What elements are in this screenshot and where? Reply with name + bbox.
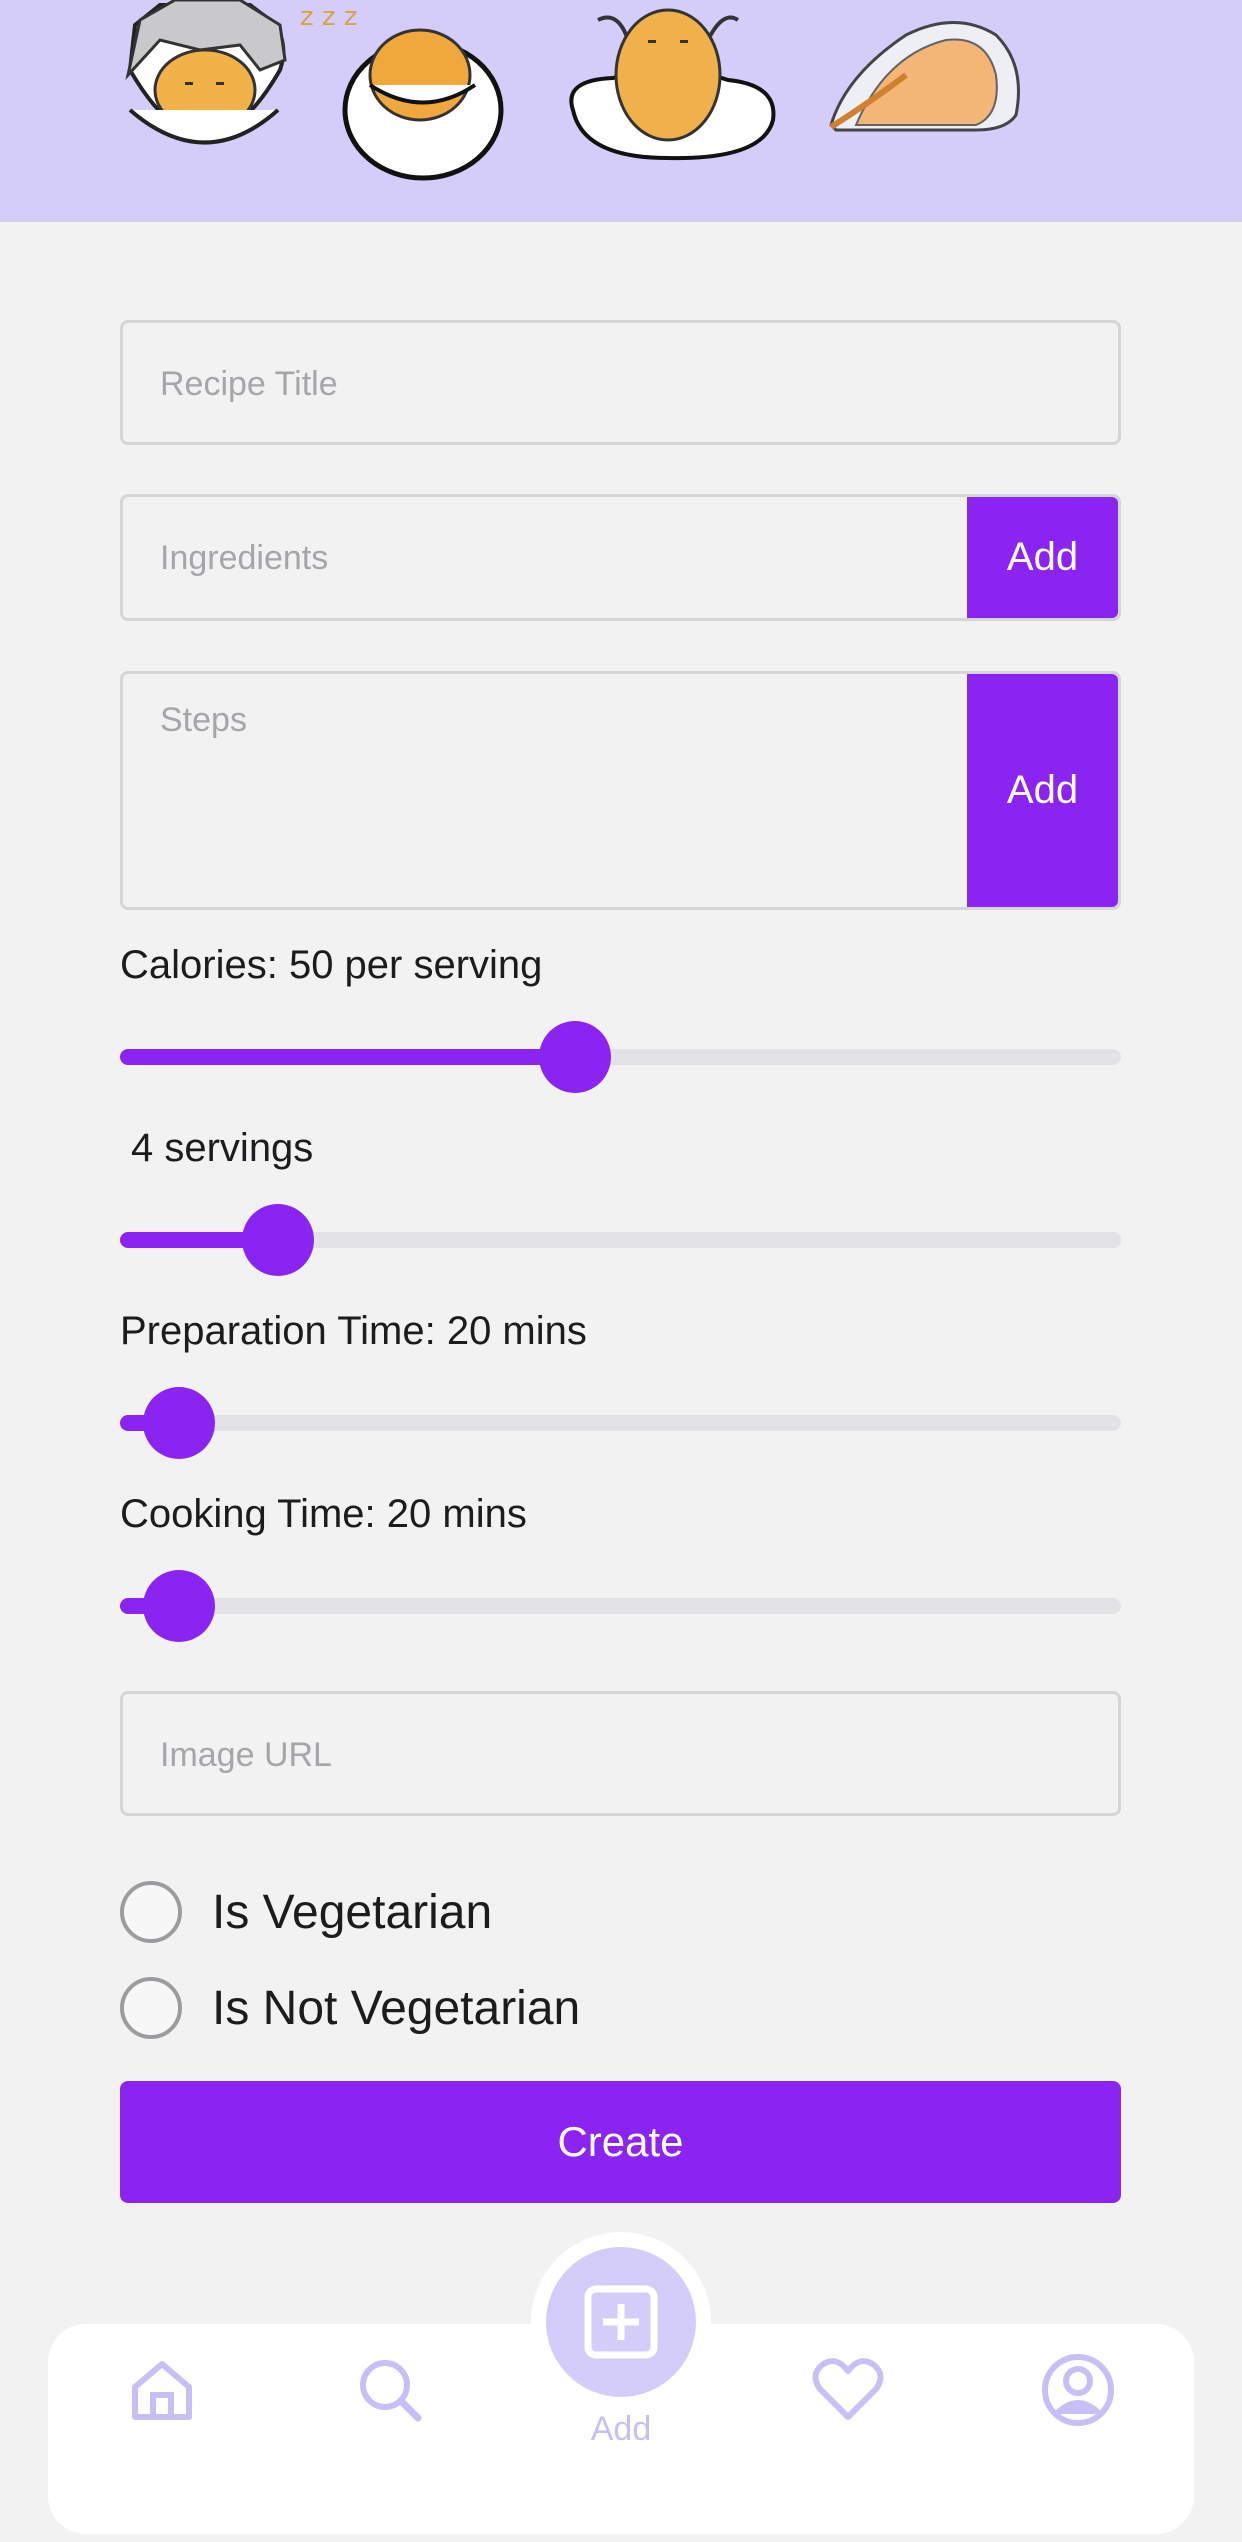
prep-time-slider[interactable] — [120, 1387, 1121, 1459]
egg-mascot-lying-under-egg-white-image — [829, 21, 1020, 132]
tab-home[interactable] — [122, 2350, 202, 2430]
cook-time-label: Cooking Time: 20 mins — [120, 1492, 527, 1536]
servings-slider[interactable] — [120, 1204, 1121, 1276]
add-ingredient-button[interactable]: Add — [967, 497, 1118, 618]
egg-mascot-shell-hat-image — [125, 0, 287, 145]
tab-add-label[interactable]: Add — [531, 2410, 711, 2449]
user-circle-icon — [1042, 2354, 1114, 2426]
calories-slider-thumb[interactable] — [539, 1021, 612, 1093]
prep-time-label: Preparation Time: 20 mins — [120, 1309, 587, 1353]
tab-search[interactable] — [350, 2350, 430, 2430]
not-vegetarian-radio-label[interactable]: Is Not Vegetarian — [212, 1981, 580, 2036]
calories-slider-fill — [120, 1049, 576, 1065]
vegetarian-radio-label[interactable]: Is Vegetarian — [212, 1885, 492, 1940]
vegetarian-radio[interactable] — [120, 1881, 182, 1943]
tab-add[interactable] — [546, 2247, 696, 2397]
ingredients-placeholder: Ingredients — [160, 539, 329, 577]
tab-profile[interactable] — [1038, 2350, 1118, 2430]
steps-textarea[interactable]: Steps Add — [120, 671, 1121, 910]
cook-time-slider-thumb[interactable] — [143, 1570, 216, 1642]
servings-label: 4 servings — [131, 1126, 314, 1170]
heart-icon — [812, 2358, 884, 2420]
plus-square-icon — [584, 2285, 658, 2359]
egg-mascot-on-fried-egg-image — [569, 8, 776, 161]
header-banner: z z z — [0, 0, 1242, 222]
steps-placeholder: Steps — [160, 701, 247, 739]
egg-mascot-sleeping-in-shell-image: z z z — [300, 2, 504, 181]
tab-favorites[interactable] — [808, 2350, 888, 2430]
calories-slider[interactable] — [120, 1021, 1121, 1093]
image-url-placeholder: Image URL — [160, 1736, 332, 1774]
home-icon — [132, 2361, 192, 2420]
ingredients-input[interactable]: Ingredients Add — [120, 494, 1121, 621]
create-button[interactable]: Create — [120, 2081, 1121, 2203]
prep-time-slider-thumb[interactable] — [143, 1387, 216, 1459]
servings-slider-thumb[interactable] — [242, 1204, 315, 1276]
vegetarian-radio-option[interactable]: Is Vegetarian — [120, 1876, 492, 1948]
search-icon — [360, 2360, 422, 2422]
recipe-title-placeholder: Recipe Title — [160, 365, 338, 403]
add-step-button[interactable]: Add — [967, 674, 1118, 907]
not-vegetarian-radio[interactable] — [120, 1977, 182, 2039]
image-url-input[interactable]: Image URL — [120, 1691, 1121, 1816]
calories-label: Calories: 50 per serving — [120, 943, 543, 987]
svg-text:z z z: z z z — [300, 2, 357, 32]
recipe-title-input[interactable]: Recipe Title — [120, 320, 1121, 445]
not-vegetarian-radio-option[interactable]: Is Not Vegetarian — [120, 1972, 580, 2044]
cook-time-slider[interactable] — [120, 1570, 1121, 1642]
